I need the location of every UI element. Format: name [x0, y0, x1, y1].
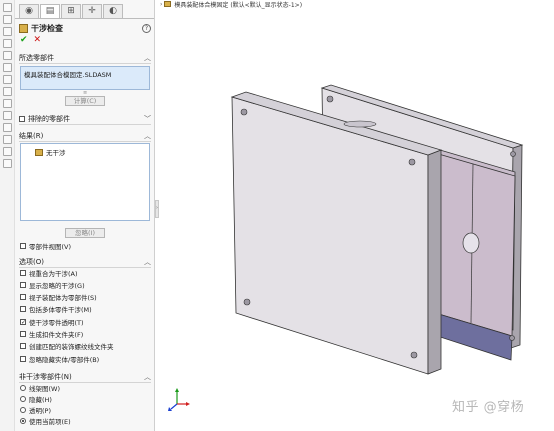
watermark: 知乎 @穿杨: [452, 400, 525, 415]
page-title: 干涉检查: [31, 23, 63, 33]
tool-icon[interactable]: [2, 99, 12, 108]
configuration-manager-tab[interactable]: ⊞: [61, 4, 81, 18]
tool-icon[interactable]: [2, 87, 12, 96]
chevron-down-icon[interactable]: ﹀: [144, 114, 151, 124]
locating-ring[interactable]: [462, 232, 480, 254]
feature-manager-icon: ◉: [25, 6, 33, 16]
selected-components-list[interactable]: 模具装配体合模固定.SLDASM: [20, 66, 150, 90]
checked-box-icon[interactable]: ✓: [20, 318, 26, 325]
results-header[interactable]: 结果(R) ︿: [19, 131, 151, 142]
tool-icon[interactable]: [2, 159, 12, 168]
feature-manager-tab[interactable]: ◉: [19, 4, 39, 18]
chevron-up-icon[interactable]: ︿: [144, 131, 151, 141]
dimxpert-tab[interactable]: ✛: [82, 4, 102, 18]
unchecked-box-icon[interactable]: [20, 269, 26, 276]
bolt-hole-icon: [510, 151, 516, 157]
non-interfering-header[interactable]: 非干涉零部件(N) ︿: [19, 372, 151, 383]
unchecked-box-icon[interactable]: [20, 355, 26, 362]
results-list[interactable]: 无干涉: [20, 143, 150, 221]
calculate-button[interactable]: 计算(C): [65, 96, 105, 106]
display-mode-radio[interactable]: 透明(P): [20, 405, 51, 415]
list-item[interactable]: 无干涉: [35, 147, 66, 157]
radio-icon[interactable]: [20, 406, 26, 413]
display-manager-tab[interactable]: ◐: [103, 4, 123, 18]
list-item[interactable]: 模具装配体合模固定.SLDASM: [21, 67, 149, 81]
tool-icon[interactable]: [2, 39, 12, 48]
bolt-hole-icon: [509, 335, 515, 341]
ok-button[interactable]: ✔: [20, 36, 28, 46]
bolt-hole-icon: [243, 298, 251, 306]
property-manager-panel: ◉ ▤ ⊞ ✛ ◐ 干涉检查 ? ✔ ✕ 所选零部件 ︿ 模具装配体合模固定.S…: [15, 0, 155, 431]
tool-icon[interactable]: [2, 51, 12, 60]
excluded-components-header[interactable]: 排除的零部件 ﹀: [19, 114, 151, 125]
property-manager-tab[interactable]: ▤: [40, 4, 60, 18]
bolt-hole-icon: [410, 351, 418, 359]
tool-icon[interactable]: [2, 123, 12, 132]
tool-icon[interactable]: [2, 27, 12, 36]
graphics-viewport[interactable]: [160, 0, 554, 431]
cancel-button[interactable]: ✕: [34, 36, 42, 46]
panel-collapse-handle[interactable]: ›: [155, 200, 159, 218]
component-view-checkbox[interactable]: 零部件视图(V): [20, 241, 71, 251]
unchecked-box-icon[interactable]: [20, 343, 26, 350]
property-manager-icon: ▤: [45, 6, 55, 16]
display-mode-radio[interactable]: 隐藏(H): [20, 394, 52, 404]
command-toolbar: [0, 0, 15, 431]
axis-triad-icon: [168, 388, 190, 411]
chevron-up-icon[interactable]: ︿: [144, 372, 151, 382]
selected-components-header[interactable]: 所选零部件 ︿: [19, 53, 151, 64]
assembly-icon: [35, 148, 43, 156]
unchecked-box-icon[interactable]: [20, 294, 26, 301]
property-title: 干涉检查 ?: [19, 22, 151, 34]
display-mode-radio[interactable]: 使用当前项(E): [20, 416, 71, 426]
display-manager-icon: ◐: [109, 6, 117, 16]
tool-icon[interactable]: [2, 3, 12, 12]
configuration-manager-icon: ⊞: [67, 6, 75, 16]
radio-icon[interactable]: [20, 384, 26, 391]
option-checkbox[interactable]: 创建匹配的装饰螺纹线文件夹: [20, 342, 114, 351]
tool-icon[interactable]: [2, 147, 12, 156]
dimxpert-icon: ✛: [88, 6, 96, 16]
chevron-up-icon[interactable]: ︿: [144, 53, 151, 63]
excluded-checkbox[interactable]: [19, 116, 25, 122]
ignore-button[interactable]: 忽略(I): [65, 228, 105, 238]
unchecked-box-icon[interactable]: [20, 281, 26, 288]
tool-icon[interactable]: [2, 63, 12, 72]
unchecked-box-icon[interactable]: [20, 306, 26, 313]
bolt-hole-icon: [240, 108, 248, 116]
tool-icon[interactable]: [2, 111, 12, 120]
option-checkbox[interactable]: 忽略隐藏实体/零部件(B): [20, 354, 99, 364]
option-checkbox[interactable]: 视子装配体为零部件(S): [20, 293, 97, 302]
bolt-hole-icon: [408, 158, 416, 166]
tool-icon[interactable]: [2, 75, 12, 84]
radio-selected-icon[interactable]: [20, 417, 26, 424]
front-plate-edge: [427, 149, 442, 375]
top-recess: [343, 120, 377, 128]
chevron-up-icon[interactable]: ︿: [144, 257, 151, 267]
interference-detection-icon: [19, 23, 28, 33]
bolt-hole-icon: [326, 95, 334, 103]
unchecked-box-icon[interactable]: [20, 331, 26, 337]
tool-icon[interactable]: [2, 135, 12, 144]
tool-icon[interactable]: [2, 15, 12, 24]
option-checkbox[interactable]: 包括多体零件干涉(M): [20, 305, 92, 314]
manager-tabs: ◉ ▤ ⊞ ✛ ◐: [19, 4, 124, 18]
ok-cancel-row: ✔ ✕: [20, 36, 41, 46]
help-icon[interactable]: ?: [142, 23, 151, 33]
option-checkbox[interactable]: 生成扣件文件夹(F): [20, 330, 83, 339]
radio-icon[interactable]: [20, 395, 26, 402]
tab-divider: [15, 18, 154, 19]
option-checkbox[interactable]: 视重合为干涉(A): [20, 268, 78, 278]
option-checkbox[interactable]: ✓ 使干涉零件透明(T): [20, 317, 84, 327]
options-header[interactable]: 选项(O) ︿: [19, 257, 151, 268]
display-mode-radio[interactable]: 线架图(W): [20, 383, 60, 393]
option-checkbox[interactable]: 显示忽略的干涉(G): [20, 280, 85, 290]
